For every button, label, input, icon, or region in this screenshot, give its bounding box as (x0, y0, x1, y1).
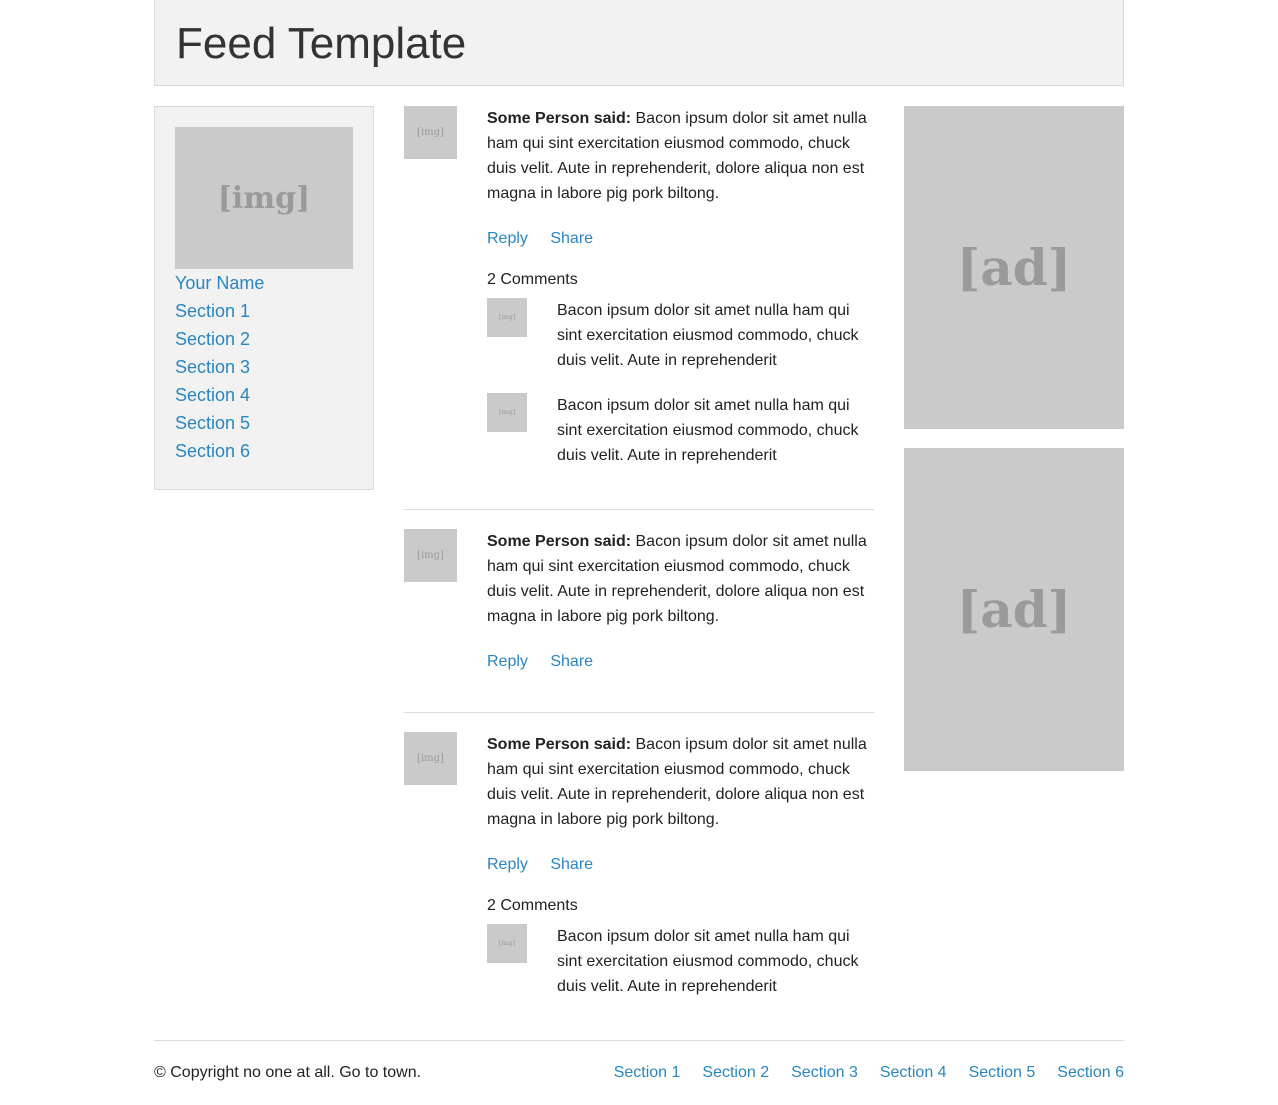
post-text: Some Person said: Bacon ipsum dolor sit … (487, 732, 877, 832)
sidebar-item-section-2[interactable]: Section 2 (175, 329, 250, 349)
post-body: Some Person said: Bacon ipsum dolor sit … (487, 732, 877, 1013)
footer-link-section-6[interactable]: Section 6 (1057, 1060, 1124, 1085)
post-actions: Reply Share (487, 226, 877, 251)
post-body: Some Person said: Bacon ipsum dolor sit … (487, 106, 877, 482)
footer-link-section-2[interactable]: Section 2 (702, 1060, 769, 1085)
post-body: Some Person said: Bacon ipsum dolor sit … (487, 529, 877, 674)
comments-count: 2 Comments (487, 897, 578, 914)
avatar-placeholder-label: [img] (417, 550, 444, 561)
page-header: Feed Template (154, 0, 1124, 86)
footer-link-section-4[interactable]: Section 4 (880, 1060, 947, 1085)
share-link[interactable]: Share (550, 856, 593, 873)
ad-banner[interactable]: [ad] (904, 448, 1124, 771)
page-title: Feed Template (176, 19, 467, 68)
comment-text: Bacon ipsum dolor sit amet nulla ham qui… (557, 928, 859, 995)
reply-link[interactable]: Reply (487, 230, 528, 247)
comment-avatar: [img] (487, 298, 527, 337)
ad-placeholder-label: [ad] (956, 238, 1072, 297)
sidebar-nav: Your Name Section 1 Section 2 Section 3 … (175, 269, 264, 465)
post-avatar: [img] (404, 529, 457, 582)
image-placeholder-label: [img] (217, 180, 311, 216)
comment: [img] Bacon ipsum dolor sit amet nulla h… (487, 298, 877, 387)
reply-link[interactable]: Reply (487, 653, 528, 670)
post-actions: Reply Share (487, 649, 877, 674)
comment-text: Bacon ipsum dolor sit amet nulla ham qui… (557, 397, 859, 464)
reply-link[interactable]: Reply (487, 856, 528, 873)
ad-placeholder-label: [ad] (956, 580, 1072, 639)
footer-link-section-5[interactable]: Section 5 (969, 1060, 1036, 1085)
post-actions: Reply Share (487, 852, 877, 877)
comment: [img] Bacon ipsum dolor sit amet nulla h… (487, 924, 877, 1013)
sidebar-item-section-5[interactable]: Section 5 (175, 413, 250, 433)
post-author: Some Person said: (487, 736, 632, 753)
post-text: Some Person said: Bacon ipsum dolor sit … (487, 106, 877, 206)
sidebar-item-your-name[interactable]: Your Name (175, 273, 264, 293)
avatar-placeholder-label: [img] (417, 753, 444, 764)
comments-count: 2 Comments (487, 271, 578, 288)
profile-image-placeholder: [img] (175, 127, 353, 269)
post-author: Some Person said: (487, 533, 632, 550)
sidebar-item-section-1[interactable]: Section 1 (175, 301, 250, 321)
post-text: Some Person said: Bacon ipsum dolor sit … (487, 529, 877, 629)
avatar-placeholder-label: [img] (498, 409, 516, 416)
share-link[interactable]: Share (550, 230, 593, 247)
sidebar-item-section-3[interactable]: Section 3 (175, 357, 250, 377)
sidebar-item-section-4[interactable]: Section 4 (175, 385, 250, 405)
post-divider (404, 509, 874, 510)
copyright-text: © Copyright no one at all. Go to town. (154, 1064, 422, 1081)
footer-divider (154, 1040, 1124, 1041)
profile-sidebar: [img] Your Name Section 1 Section 2 Sect… (154, 106, 374, 490)
post-avatar: [img] (404, 732, 457, 785)
avatar-placeholder-label: [img] (498, 940, 516, 947)
footer-nav: Section 1 Section 2 Section 3 Section 4 … (614, 1060, 1124, 1085)
comment-text: Bacon ipsum dolor sit amet nulla ham qui… (557, 302, 859, 369)
sidebar-item-section-6[interactable]: Section 6 (175, 441, 250, 461)
avatar-placeholder-label: [img] (417, 127, 444, 138)
comment: [img] Bacon ipsum dolor sit amet nulla h… (487, 393, 877, 482)
avatar-placeholder-label: [img] (498, 314, 516, 321)
comment-avatar: [img] (487, 924, 527, 963)
post-divider (404, 712, 874, 713)
post-author: Some Person said: (487, 110, 632, 127)
post-avatar: [img] (404, 106, 457, 159)
share-link[interactable]: Share (550, 653, 593, 670)
footer-link-section-3[interactable]: Section 3 (791, 1060, 858, 1085)
comment-avatar: [img] (487, 393, 527, 432)
footer-link-section-1[interactable]: Section 1 (614, 1060, 681, 1085)
ad-banner[interactable]: [ad] (904, 106, 1124, 429)
